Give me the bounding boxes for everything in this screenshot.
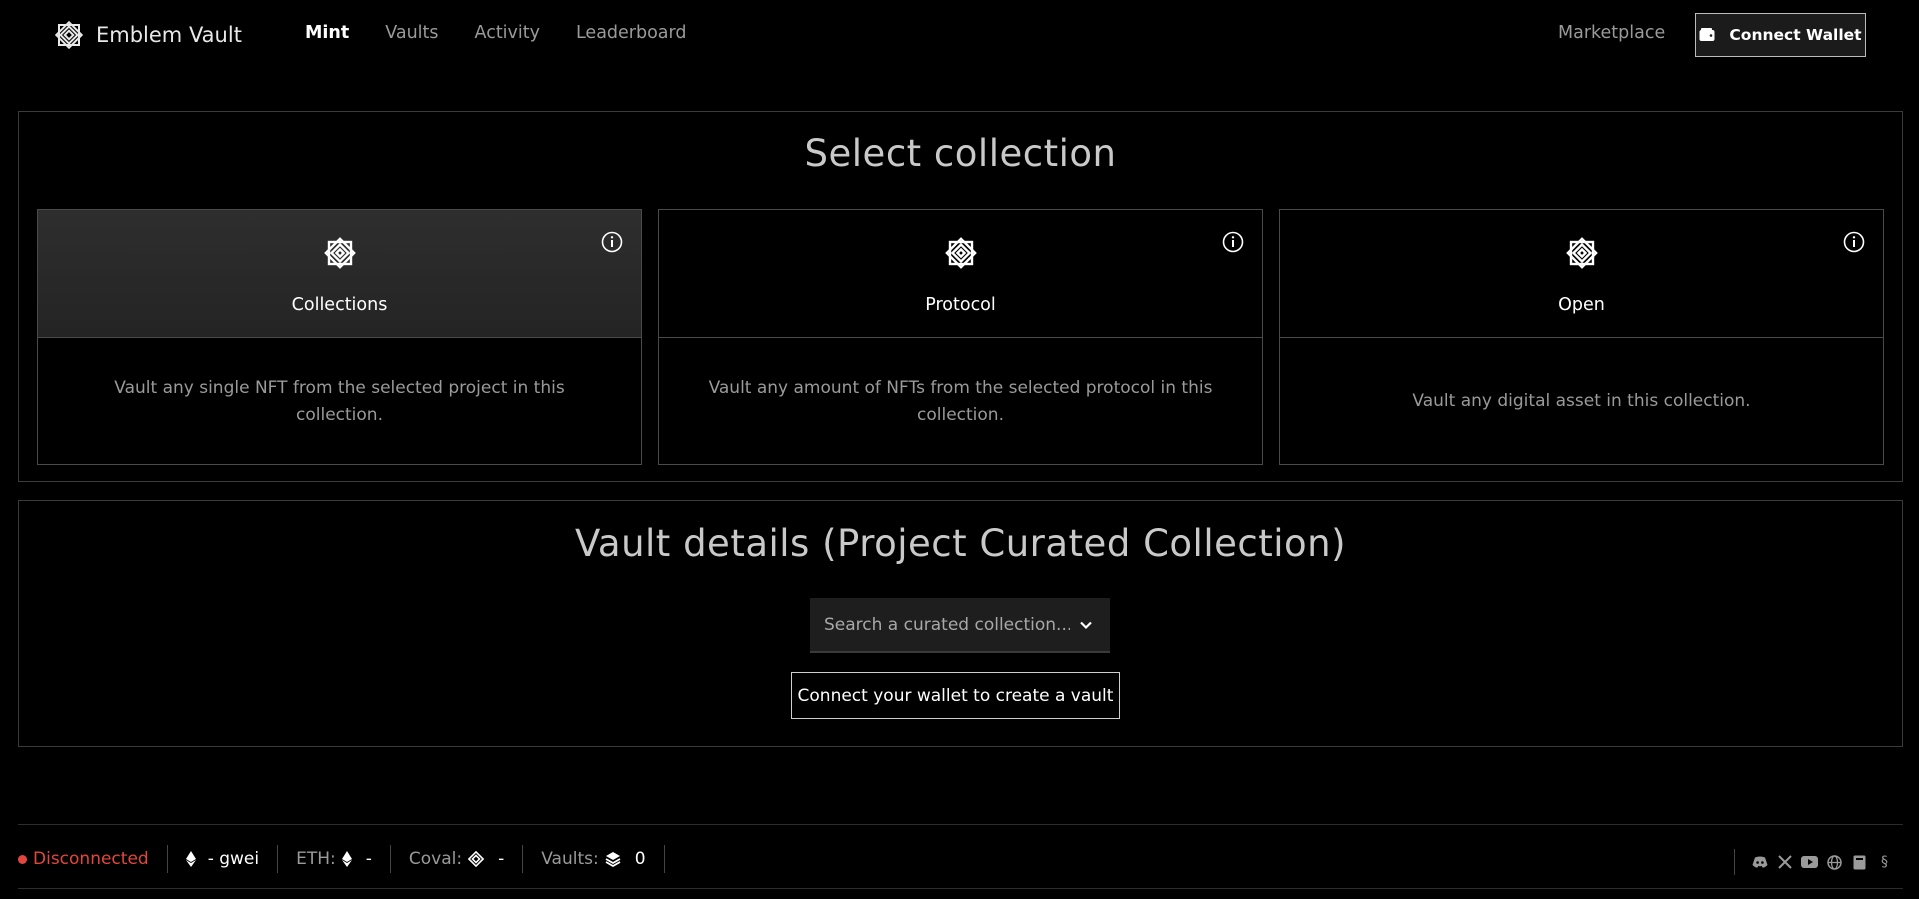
connection-status: Disconnected bbox=[18, 845, 168, 873]
info-icon[interactable] bbox=[1843, 231, 1865, 253]
select-collection-panel: Select collection Collections Vault any … bbox=[18, 111, 1903, 482]
marketplace-link[interactable]: Marketplace bbox=[1558, 23, 1665, 43]
vaults-value: 0 bbox=[634, 849, 646, 869]
book-icon[interactable] bbox=[1851, 854, 1868, 871]
nav-mint[interactable]: Mint bbox=[305, 23, 349, 43]
globe-icon[interactable] bbox=[1826, 854, 1843, 871]
status-dot-icon bbox=[18, 854, 27, 864]
ethereum-icon bbox=[341, 851, 352, 867]
x-icon[interactable] bbox=[1776, 854, 1793, 871]
nav-activity[interactable]: Activity bbox=[475, 23, 540, 43]
coval-value: - bbox=[498, 849, 505, 869]
collection-card-protocol[interactable]: Protocol Vault any amount of NFTs from t… bbox=[658, 209, 1263, 465]
vaults-count: Vaults: 0 bbox=[523, 845, 665, 873]
eth-price: ETH: - bbox=[278, 845, 391, 873]
section-icon[interactable]: § bbox=[1876, 854, 1893, 871]
connection-status-text: Disconnected bbox=[33, 849, 149, 869]
emblem-icon bbox=[1565, 237, 1598, 269]
discord-icon[interactable] bbox=[1751, 854, 1768, 871]
card-header: Protocol bbox=[659, 210, 1262, 338]
gas-price: - gwei bbox=[168, 845, 279, 873]
curated-collection-search-input[interactable] bbox=[822, 613, 1072, 636]
youtube-icon[interactable] bbox=[1801, 854, 1818, 871]
card-label: Open bbox=[1558, 295, 1605, 315]
logo[interactable]: Emblem Vault bbox=[52, 18, 242, 52]
card-header: Open bbox=[1280, 210, 1883, 338]
nav-leaderboard[interactable]: Leaderboard bbox=[576, 23, 687, 43]
card-description: Vault any digital asset in this collecti… bbox=[1412, 391, 1751, 411]
emblem-icon bbox=[944, 237, 977, 269]
collection-card-collections[interactable]: Collections Vault any single NFT from th… bbox=[37, 209, 642, 465]
card-label: Collections bbox=[291, 295, 388, 315]
coval-price: Coval: - bbox=[391, 845, 524, 873]
emblem-logo-icon bbox=[54, 20, 84, 50]
create-vault-button[interactable]: Connect your wallet to create a vault bbox=[791, 672, 1120, 719]
layers-icon bbox=[605, 852, 621, 867]
ethereum-icon bbox=[185, 851, 196, 867]
curated-collection-select[interactable] bbox=[810, 598, 1110, 653]
connect-wallet-button[interactable]: Connect Wallet bbox=[1695, 13, 1866, 57]
card-description: Vault any single NFT from the selected p… bbox=[114, 377, 565, 425]
info-icon[interactable] bbox=[1222, 231, 1244, 253]
emblem-icon bbox=[323, 237, 356, 269]
card-label: Protocol bbox=[925, 295, 996, 315]
logo-text: Emblem Vault bbox=[96, 23, 242, 47]
card-header: Collections bbox=[38, 210, 641, 338]
info-icon[interactable] bbox=[601, 231, 623, 253]
nav-vaults[interactable]: Vaults bbox=[385, 23, 438, 43]
card-description: Vault any amount of NFTs from the select… bbox=[708, 377, 1213, 425]
collection-card-open[interactable]: Open Vault any digital asset in this col… bbox=[1279, 209, 1884, 465]
status-items: Disconnected - gwei ETH: - Coval: - Vaul… bbox=[18, 845, 665, 873]
coval-label: Coval: bbox=[408, 849, 463, 869]
connect-wallet-label: Connect Wallet bbox=[1729, 26, 1862, 44]
header: Emblem Vault Mint Vaults Activity Leader… bbox=[0, 0, 1919, 70]
coval-icon bbox=[468, 851, 485, 867]
main-nav: Mint Vaults Activity Leaderboard bbox=[305, 23, 687, 43]
vaults-label: Vaults: bbox=[541, 849, 599, 869]
status-bar: Disconnected - gwei ETH: - Coval: - Vaul… bbox=[18, 824, 1903, 889]
social-links: § bbox=[1734, 849, 1893, 875]
wallet-icon bbox=[1699, 28, 1715, 41]
chevron-down-icon[interactable] bbox=[1079, 618, 1093, 632]
eth-label: ETH: bbox=[296, 849, 336, 869]
select-collection-title: Select collection bbox=[804, 132, 1117, 175]
gas-value: - gwei bbox=[207, 849, 260, 869]
eth-value: - bbox=[365, 849, 372, 869]
vault-details-title: Vault details (Project Curated Collectio… bbox=[574, 522, 1347, 565]
